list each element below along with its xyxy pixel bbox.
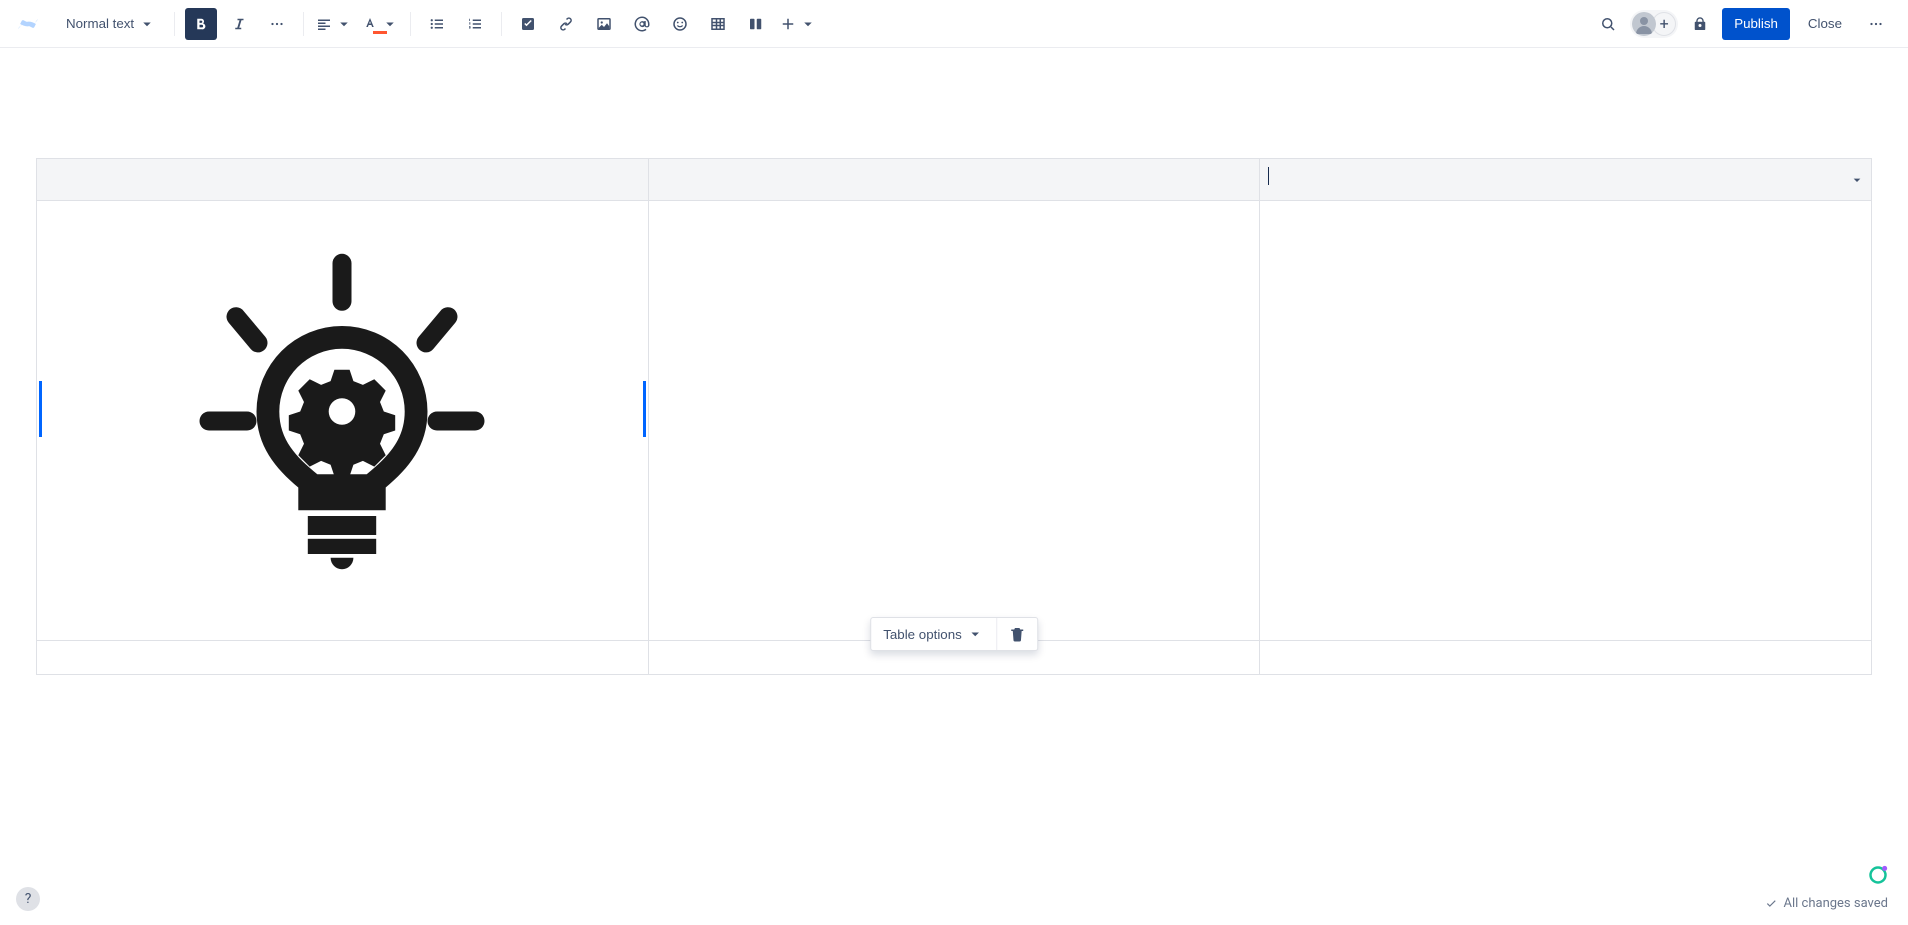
save-status-text: All changes saved: [1784, 896, 1889, 911]
divider: [174, 12, 175, 36]
delete-table-button[interactable]: [997, 618, 1037, 650]
table-wrapper: Table options: [36, 158, 1872, 675]
confluence-logo-icon[interactable]: [16, 12, 40, 36]
check-icon: [1764, 897, 1778, 911]
numbered-list-button[interactable]: [459, 8, 491, 40]
bullet-list-button[interactable]: [421, 8, 453, 40]
content-table[interactable]: [36, 158, 1872, 675]
link-button[interactable]: [550, 8, 582, 40]
table-cell[interactable]: [1260, 201, 1872, 641]
table-header-cell[interactable]: [1260, 159, 1872, 201]
table-options-label: Table options: [883, 627, 962, 642]
toolbar-left: Normal text: [16, 8, 818, 40]
restrictions-button[interactable]: [1684, 8, 1716, 40]
table-cell[interactable]: [1260, 641, 1872, 675]
toolbar-right: + Publish Close: [1592, 8, 1892, 40]
layouts-button[interactable]: [740, 8, 772, 40]
text-color-dropdown[interactable]: [360, 8, 400, 40]
table-options-dropdown[interactable]: Table options: [871, 618, 996, 650]
chevron-down-icon: [966, 625, 984, 643]
mention-button[interactable]: [626, 8, 658, 40]
search-button[interactable]: [1592, 8, 1624, 40]
table-row: [37, 201, 1872, 641]
bold-button[interactable]: [185, 8, 217, 40]
selection-handle-right[interactable]: [643, 381, 646, 437]
more-formatting-button[interactable]: [261, 8, 293, 40]
image-button[interactable]: [588, 8, 620, 40]
table-header-cell[interactable]: [37, 159, 649, 201]
table-cell[interactable]: [37, 201, 649, 641]
editor-toolbar: Normal text: [0, 0, 1908, 48]
table-header-row: [37, 159, 1872, 201]
text-style-label: Normal text: [66, 16, 134, 31]
chevron-down-icon: [335, 15, 353, 33]
divider: [303, 12, 304, 36]
chevron-down-icon: [138, 15, 156, 33]
table-floating-toolbar: Table options: [870, 617, 1038, 651]
more-actions-button[interactable]: [1860, 8, 1892, 40]
chevron-down-icon: [799, 15, 817, 33]
table-button[interactable]: [702, 8, 734, 40]
grammarly-icon[interactable]: [1868, 865, 1888, 885]
action-item-button[interactable]: [512, 8, 544, 40]
italic-button[interactable]: [223, 8, 255, 40]
divider: [410, 12, 411, 36]
alignment-dropdown[interactable]: [314, 8, 354, 40]
lightbulb-gear-icon: [152, 231, 532, 611]
table-cell-options-button[interactable]: [1849, 172, 1865, 188]
user-avatar[interactable]: [1632, 12, 1656, 36]
text-cursor: [1268, 167, 1269, 185]
table-cell[interactable]: [648, 201, 1260, 641]
insert-dropdown[interactable]: [778, 8, 818, 40]
editor-canvas[interactable]: Table options: [0, 48, 1908, 925]
close-button[interactable]: Close: [1796, 8, 1854, 40]
table-cell[interactable]: [37, 641, 649, 675]
divider: [501, 12, 502, 36]
table-header-cell[interactable]: [648, 159, 1260, 201]
text-color-swatch: [373, 31, 387, 34]
help-button[interactable]: ?: [16, 887, 40, 911]
text-style-dropdown[interactable]: Normal text: [58, 8, 164, 40]
avatar-group: +: [1630, 10, 1678, 38]
save-status: All changes saved: [1764, 896, 1889, 911]
cell-content-image[interactable]: [45, 209, 640, 632]
emoji-button[interactable]: [664, 8, 696, 40]
publish-button[interactable]: Publish: [1722, 8, 1790, 40]
selection-handle-left[interactable]: [39, 381, 42, 437]
